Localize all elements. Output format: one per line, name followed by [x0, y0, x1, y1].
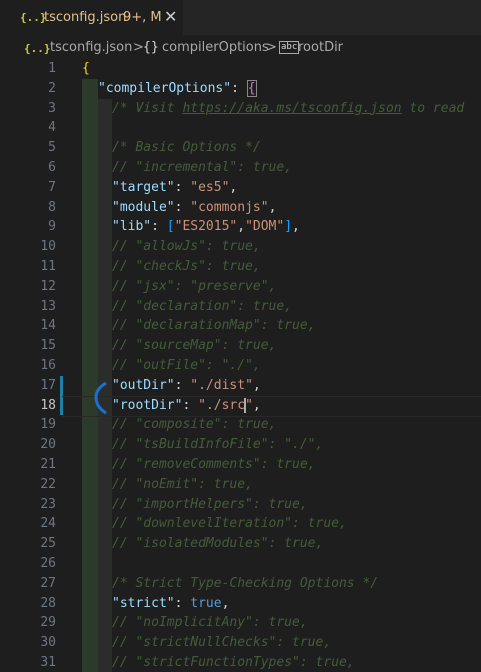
line-number: 27 — [40, 575, 56, 591]
code-line: "module": "commonjs", — [112, 199, 277, 215]
tab-bar: {..} tsconfig.json 9+, M ✕ — [0, 0, 481, 35]
line-number: 9 — [48, 219, 56, 235]
line-number: 1 — [48, 61, 56, 76]
code-line: // "noEmit": true, — [112, 476, 253, 492]
tab-tsconfig[interactable]: {..} tsconfig.json 9+, M ✕ — [0, 0, 183, 35]
line-number: 19 — [40, 417, 56, 433]
line-number: 30 — [40, 635, 56, 651]
code-line: // "declaration": true, — [112, 298, 293, 314]
code-line: // "downlevelIteration": true, — [112, 516, 347, 532]
line-number-current: 18 — [40, 397, 56, 413]
bracket-pair-guide-icon — [94, 381, 107, 415]
breadcrumb: {..} tsconfig.json > {} compilerOptions … — [0, 36, 481, 60]
line-number: 5 — [48, 140, 56, 156]
line-number: 16 — [40, 358, 56, 373]
code-line: /* Strict Type-Checking Options */ — [112, 575, 379, 591]
code-line: // "tsBuildInfoFile": "./", — [112, 437, 324, 453]
line-number: 8 — [48, 199, 56, 215]
code-line-current[interactable]: "rootDir": "./src", — [112, 396, 261, 416]
code-line: /* Visit https://aka.ms/tsconfig.json to… — [112, 100, 465, 116]
code-editor[interactable]: 1 2 3 4 5 6 7 8 9 10 11 12 13 14 15 16 1… — [0, 59, 481, 672]
code-line: // "incremental": true, — [112, 160, 293, 175]
line-number: 12 — [40, 278, 56, 294]
code-line: // "strictFunctionTypes": true, — [112, 655, 355, 670]
line-number: 4 — [48, 120, 56, 136]
json-file-icon: {..} — [24, 42, 51, 55]
line-number: 2 — [48, 80, 56, 96]
code-line: { — [82, 61, 90, 76]
breadcrumb-compiler-options[interactable]: compilerOptions — [162, 40, 269, 55]
tab-filename: tsconfig.json — [44, 10, 127, 25]
chevron-right-icon: > — [266, 40, 277, 55]
code-line: /* Basic Options */ — [112, 140, 261, 156]
line-number: 24 — [40, 516, 56, 532]
line-number: 21 — [40, 457, 56, 472]
line-number: 11 — [40, 259, 56, 274]
line-number: 22 — [40, 476, 56, 492]
code-line: // "outFile": "./", — [112, 358, 261, 373]
line-number: 13 — [40, 298, 56, 314]
line-number: 25 — [40, 536, 56, 552]
code-line: // "jsx": "preserve", — [112, 278, 277, 294]
line-number: 26 — [40, 556, 56, 571]
line-number: 31 — [40, 655, 56, 670]
tab-status-badge: 9+, M — [123, 10, 162, 25]
code-line: // "strictNullChecks": true, — [112, 635, 332, 651]
close-icon[interactable]: ✕ — [164, 7, 177, 26]
code-line: // "allowJs": true, — [112, 239, 261, 255]
code-line: "outDir": "./dist", — [112, 377, 261, 393]
line-number: 10 — [40, 239, 56, 255]
code-line: // "checkJs": true, — [112, 259, 261, 274]
code-line: // "declarationMap": true, — [112, 318, 316, 334]
code-line: // "sourceMap": true, — [112, 338, 277, 354]
json-file-icon: {..} — [20, 11, 47, 24]
code-line: "strict": true, — [112, 595, 230, 611]
string-property-icon: abc — [279, 41, 300, 54]
line-number: 20 — [40, 437, 56, 453]
line-number: 17 — [40, 377, 56, 393]
code-line: // "composite": true, — [112, 417, 277, 433]
line-number: 3 — [48, 100, 56, 116]
line-number: 7 — [48, 179, 56, 195]
line-number: 6 — [48, 160, 56, 175]
line-number: 23 — [40, 496, 56, 512]
object-icon: {} — [143, 40, 159, 55]
code-line: // "isolatedModules": true, — [112, 536, 324, 552]
breadcrumb-file[interactable]: tsconfig.json — [50, 40, 132, 55]
line-number: 29 — [40, 615, 56, 631]
breadcrumb-root-dir[interactable]: rootDir — [298, 40, 343, 55]
code-line: // "noImplicitAny": true, — [112, 615, 308, 631]
code-line: "compilerOptions": { — [98, 79, 257, 97]
code-line: "target": "es5", — [112, 179, 238, 195]
line-number: 28 — [40, 595, 56, 611]
code-line: // "importHelpers": true, — [112, 496, 308, 512]
code-line: "lib": ["ES2015","DOM"], — [112, 219, 300, 235]
line-number: 15 — [40, 338, 56, 354]
code-line: // "removeComments": true, — [112, 457, 316, 472]
line-number: 14 — [40, 318, 56, 334]
